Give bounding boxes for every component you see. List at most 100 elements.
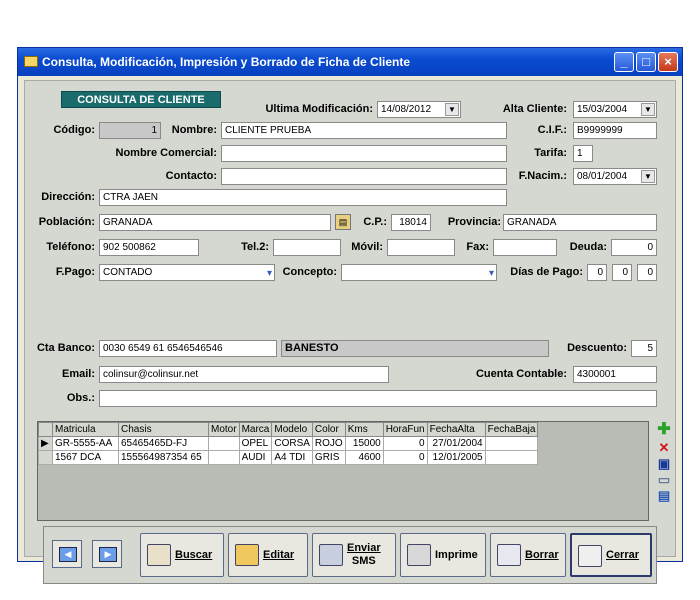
banco-nombre: BANESTO	[281, 340, 549, 357]
cell[interactable]: 15000	[344, 436, 384, 451]
refresh-icon[interactable]: ▤	[657, 489, 671, 503]
fpago-value: CONTADO	[103, 267, 153, 278]
imprime-button[interactable]: Imprime	[400, 533, 486, 577]
concepto-select[interactable]: ▾	[341, 264, 497, 281]
ultima-mod-date[interactable]: 14/08/2012 ▼	[377, 101, 461, 118]
label-alta-cliente: Alta Cliente:	[502, 103, 567, 115]
next-button[interactable]: ▶	[92, 540, 122, 568]
col-header[interactable]: HoraFun	[382, 422, 428, 437]
add-icon[interactable]: ✚	[657, 422, 671, 438]
cell[interactable]: 4600	[344, 450, 384, 465]
cell[interactable]: OPEL	[238, 436, 273, 451]
col-header[interactable]: Kms	[344, 422, 384, 437]
provincia-field[interactable]: GRANADA	[503, 214, 657, 231]
col-header[interactable]: Matricula	[52, 422, 119, 437]
section-badge: CONSULTA DE CLIENTE	[61, 91, 221, 108]
direccion-field[interactable]: CTRA JAEN	[99, 189, 507, 206]
cell[interactable]: CORSA	[271, 436, 313, 451]
cell[interactable]: A4 TDI	[271, 450, 313, 465]
cell[interactable]: 0	[382, 436, 428, 451]
email-field[interactable]: colinsur@colinsur.net	[99, 366, 389, 383]
tarifa-field[interactable]: 1	[573, 145, 593, 162]
label-codigo: Código:	[53, 124, 95, 136]
cell[interactable]: 0	[382, 450, 428, 465]
fax-field[interactable]	[493, 239, 557, 256]
col-header[interactable]: Color	[311, 422, 346, 437]
cp-field[interactable]: 18014	[391, 214, 431, 231]
sms-text: SMS	[351, 555, 376, 567]
save-icon[interactable]: ▣	[657, 457, 671, 471]
buscar-button[interactable]: Buscar	[140, 533, 224, 577]
poblacion-field[interactable]: GRANADA	[99, 214, 331, 231]
cell[interactable]: AUDI	[238, 450, 273, 465]
alta-cliente-date[interactable]: 15/03/2004 ▼	[573, 101, 657, 118]
maximize-button[interactable]: □	[636, 52, 656, 72]
editar-text: Editar	[263, 548, 295, 561]
label-contacto: Contacto:	[165, 170, 217, 182]
col-header[interactable]: Motor	[208, 422, 240, 437]
enviar-sms-button[interactable]: Enviar SMS	[312, 533, 396, 577]
col-header[interactable]: FechaBaja	[484, 422, 539, 437]
cell[interactable]: 65465465D-FJ	[118, 436, 209, 451]
dias-pago-3-field[interactable]: 0	[637, 264, 657, 281]
close-window-icon	[578, 545, 602, 567]
label-descuento: Descuento:	[567, 342, 627, 354]
descuento-field[interactable]: 5	[631, 340, 657, 357]
fnacim-date[interactable]: 08/01/2004 ▼	[573, 168, 657, 185]
dropdown-arrow-icon: ▼	[445, 103, 459, 116]
minimize-button[interactable]: _	[614, 52, 634, 72]
movil-field[interactable]	[387, 239, 455, 256]
label-direccion: Dirección:	[41, 191, 95, 203]
cell[interactable]: GR-5555-AA	[52, 436, 119, 451]
cell[interactable]	[484, 450, 539, 465]
telefono-field[interactable]: 902 500862	[99, 239, 199, 256]
table-row[interactable]: ▶ GR-5555-AA 65465465D-FJ OPEL CORSA ROJ…	[38, 436, 539, 451]
cell[interactable]	[208, 450, 240, 465]
vehicles-grid[interactable]: Matricula Chasis Motor Marca Modelo Colo…	[37, 421, 649, 521]
cta-banco-field[interactable]: 0030 6549 61 6546546546	[99, 340, 277, 357]
cerrar-button[interactable]: Cerrar	[570, 533, 652, 577]
col-header[interactable]: Marca	[238, 422, 273, 437]
col-header[interactable]: Chasis	[118, 422, 209, 437]
label-provincia: Provincia:	[447, 216, 501, 228]
deuda-field[interactable]: 0	[611, 239, 657, 256]
cell[interactable]: ROJO	[311, 436, 346, 451]
table-row[interactable]: 1567 DCA 155564987354 65 AUDI A4 TDI GRI…	[38, 450, 539, 465]
nombre-field[interactable]: CLIENTE PRUEBA	[221, 122, 507, 139]
label-fax: Fax:	[466, 241, 489, 253]
cell[interactable]: 27/01/2004	[426, 436, 486, 451]
cell[interactable]: 1567 DCA	[52, 450, 119, 465]
delete-icon[interactable]: ✕	[657, 441, 671, 455]
fpago-select[interactable]: CONTADO ▾	[99, 264, 275, 281]
imprime-text: Imprime	[435, 548, 478, 561]
previous-button[interactable]: ◀	[52, 540, 82, 568]
editar-button[interactable]: Editar	[228, 533, 308, 577]
close-button[interactable]: ×	[658, 52, 678, 72]
lookup-icon[interactable]: ▤	[335, 214, 351, 230]
col-header[interactable]: Modelo	[271, 422, 313, 437]
tel2-field[interactable]	[273, 239, 341, 256]
borrar-button[interactable]: Borrar	[490, 533, 566, 577]
col-header[interactable]: FechaAlta	[426, 422, 486, 437]
cuenta-contable-field[interactable]: 4300001	[573, 366, 657, 383]
cell[interactable]	[484, 436, 539, 451]
row-pointer-icon: ▶	[38, 436, 53, 451]
cerrar-label: Cerrar	[606, 535, 639, 575]
label-cif: C.I.F.:	[537, 124, 567, 136]
cell[interactable]: GRIS	[311, 450, 346, 465]
dropdown-arrow-icon: ▼	[641, 103, 655, 116]
chevron-down-icon: ▾	[488, 268, 494, 279]
nombre-comercial-field[interactable]	[221, 145, 507, 162]
codigo-field[interactable]: 1	[99, 122, 161, 139]
dias-pago-1-field[interactable]: 0	[587, 264, 607, 281]
cell[interactable]: 12/01/2005	[426, 450, 486, 465]
dias-pago-2-field[interactable]: 0	[612, 264, 632, 281]
contacto-field[interactable]	[221, 168, 507, 185]
obs-field[interactable]	[99, 390, 657, 407]
cell[interactable]: 155564987354 65	[118, 450, 209, 465]
cancel-edit-icon[interactable]: ▭	[657, 473, 671, 487]
window-title: Consulta, Modificación, Impresión y Borr…	[42, 55, 411, 69]
cif-field[interactable]: B9999999	[573, 122, 657, 139]
cell[interactable]	[208, 436, 240, 451]
label-nombre-comercial: Nombre Comercial:	[115, 147, 217, 159]
